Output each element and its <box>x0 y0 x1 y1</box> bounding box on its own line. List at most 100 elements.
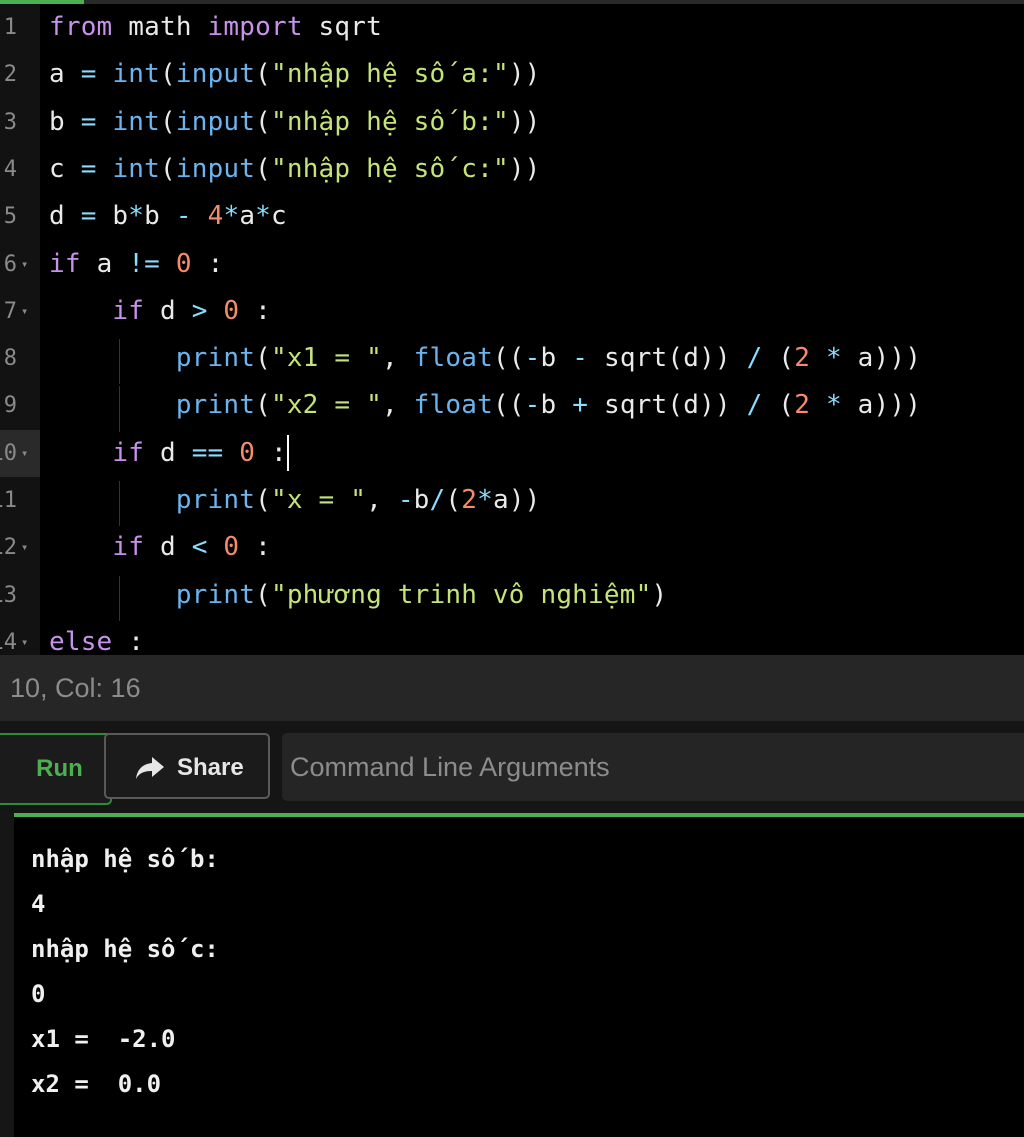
code-line[interactable]: print("phương trinh vô nghiệm") <box>49 572 667 619</box>
code-token: ( <box>255 485 271 515</box>
code-token: , <box>381 390 414 421</box>
code-line[interactable]: if d > 0 : <box>49 288 271 335</box>
gutter-line: 7 ▾ <box>0 288 40 335</box>
code-line[interactable]: else : <box>49 619 144 655</box>
indent-guide <box>118 481 120 527</box>
code-token: a))) <box>841 390 922 421</box>
code-token: : <box>255 437 287 468</box>
code-token: math <box>112 12 208 42</box>
code-token: : <box>191 248 224 279</box>
fold-chevron-icon[interactable]: ▾ <box>21 524 28 571</box>
code-line[interactable]: print("x1 = ", float((-b - sqrt(d)) / (2… <box>49 335 921 382</box>
code-token: from <box>49 12 113 42</box>
code-token: 2 <box>794 343 811 374</box>
code-area[interactable]: from math import sqrt a = int(input("nhập… <box>49 4 1024 655</box>
code-token: d <box>49 201 81 232</box>
code-token: = <box>80 59 97 90</box>
code-token: b <box>96 201 129 232</box>
code-token: d <box>144 437 192 468</box>
gutter-line: 10▾ <box>0 429 40 477</box>
code-token: d <box>144 532 192 563</box>
code-token: ( <box>255 390 271 421</box>
code-line[interactable]: c = int(input("nhập hệ số c:")) <box>49 146 541 193</box>
code-token: == <box>191 437 224 468</box>
fold-chevron-icon[interactable]: ▾ <box>21 619 28 655</box>
code-token: - <box>524 390 541 421</box>
fold-chevron-icon[interactable]: ▾ <box>21 241 28 288</box>
line-number: 6 <box>3 251 17 277</box>
code-token: ( <box>160 59 176 90</box>
gutter-line: 3 <box>0 99 40 146</box>
code-token: / <box>746 390 763 421</box>
code-line[interactable]: if d == 0 : <box>49 430 289 477</box>
code-token: ( <box>762 390 795 421</box>
code-token: + <box>572 390 589 421</box>
code-token: input <box>175 153 256 184</box>
code-editor[interactable]: 123456▾7▾8910▾1112▾1314▾ from math impor… <box>0 0 1024 655</box>
code-token: < <box>191 532 208 563</box>
console-line: nhập hệ số c: <box>31 935 219 963</box>
code-line[interactable]: a = int(input("nhập hệ số a:")) <box>49 51 541 98</box>
code-token: 2 <box>794 390 811 421</box>
code-token: "nhập hệ số c:" <box>271 153 509 184</box>
code-line[interactable]: if d < 0 : <box>49 524 271 571</box>
code-token: a <box>49 59 81 90</box>
console-line: 4 <box>31 890 46 918</box>
code-token: * <box>477 485 493 515</box>
share-button[interactable]: Share <box>104 733 270 799</box>
code-token: d <box>144 295 192 326</box>
code-token: = <box>80 201 97 232</box>
code-line[interactable]: if a != 0 : <box>49 241 223 288</box>
fold-chevron-icon[interactable]: ▾ <box>21 288 28 335</box>
code-token: int <box>112 153 160 184</box>
line-number: 13 <box>0 582 17 608</box>
code-token: 0 <box>223 532 240 563</box>
line-number: 12 <box>0 535 17 561</box>
code-token: )) <box>508 59 541 90</box>
code-line[interactable]: b = int(input("nhập hệ số b:")) <box>49 99 541 146</box>
code-token: b <box>413 485 430 515</box>
code-token: 0 <box>239 437 256 468</box>
console-line: 0 <box>31 980 46 1008</box>
gutter-line: 14▾ <box>0 619 40 655</box>
code-token: a))) <box>841 343 922 374</box>
console-line: x1 = -2.0 <box>31 1025 176 1053</box>
code-line[interactable]: d = b*b - 4*a*c <box>49 193 287 240</box>
code-token: ( <box>255 579 271 610</box>
gutter-line: 12▾ <box>0 524 40 571</box>
command-line-arguments-input[interactable] <box>282 733 1024 801</box>
code-token: c <box>49 153 81 184</box>
code-line[interactable]: print("x2 = ", float((-b + sqrt(d)) / (2… <box>49 382 921 429</box>
code-line[interactable]: print("x = ", -b/(2*a)) <box>49 477 541 524</box>
fold-chevron-icon[interactable]: ▾ <box>21 430 28 477</box>
output-console[interactable]: nhập hệ số b: 4 nhập hệ số c: 0 x1 = -2.0 x2 … <box>0 813 1024 1137</box>
code-line[interactable]: from math import sqrt <box>49 4 382 51</box>
code-token: * <box>825 390 842 421</box>
line-number: 3 <box>3 109 17 135</box>
line-number-gutter: 123456▾7▾8910▾1112▾1314▾ <box>0 4 40 655</box>
code-token: ( <box>255 59 271 90</box>
code-token: b <box>540 390 573 421</box>
run-button[interactable]: Run <box>0 733 112 805</box>
code-token: "phương trinh vô nghiệm" <box>270 579 652 610</box>
code-token: b <box>144 201 176 232</box>
line-number: 7 <box>3 298 17 324</box>
code-token: - <box>397 485 414 515</box>
code-token: 4 <box>207 201 224 232</box>
code-token: * <box>255 201 272 232</box>
code-token: c <box>271 201 287 232</box>
code-token: "nhập hệ số b:" <box>271 106 509 137</box>
code-token: (( <box>492 390 525 421</box>
code-token: if <box>112 532 145 563</box>
indent-guide <box>118 386 120 432</box>
line-number: 14 <box>0 629 17 655</box>
console-accent-bar <box>14 813 1024 817</box>
code-token: , <box>366 485 398 515</box>
